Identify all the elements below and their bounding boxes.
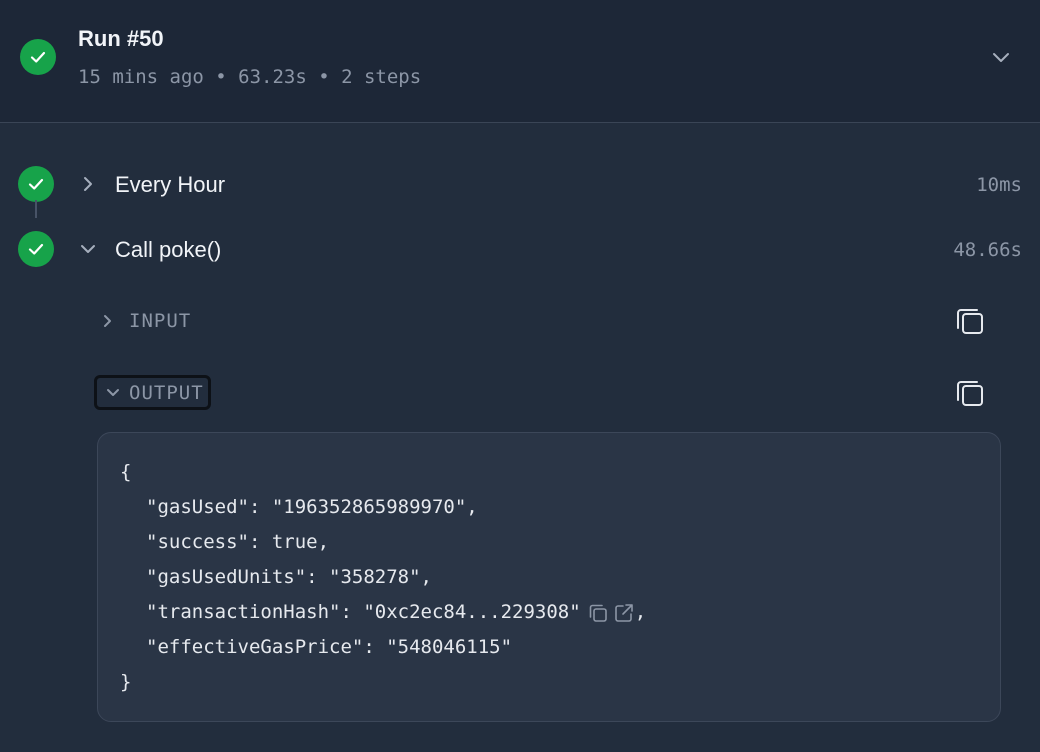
copy-icon [954,381,986,413]
run-header[interactable]: Run #50 15 mins ago • 63.23s • 2 steps [0,0,1040,123]
copy-output-button[interactable] [954,377,986,409]
chevron-right-icon [98,311,118,331]
step-title: Call poke() [115,237,222,262]
step-duration: 10ms [976,174,1022,196]
external-link-icon[interactable] [613,602,635,624]
copy-hash-icon[interactable] [587,602,609,624]
step-connector [35,200,37,218]
chevron-right-icon[interactable] [78,174,98,194]
output-json-panel: { "gasUsed": "196352865989970", "success… [97,432,1001,722]
input-toggle[interactable]: INPUT [98,306,191,336]
json-line-transaction-hash: "transactionHash": "0xc2ec84...229308", [146,601,646,624]
json-line: "gasUsed": "196352865989970", [146,496,478,518]
success-check-icon [20,39,56,75]
success-check-icon [18,166,54,202]
json-open-brace: { [120,461,132,483]
json-line: "success": true, [146,531,330,553]
input-label: INPUT [129,310,192,332]
copy-icon [954,309,986,341]
run-title: Run #50 [78,26,164,51]
json-key: "transactionHash": [146,601,364,623]
json-comma: , [634,601,647,623]
json-line: "gasUsedUnits": "358278", [146,566,432,588]
json-close-brace: } [120,671,132,693]
step-title: Every Hour [115,172,226,197]
output-label: OUTPUT [129,381,204,404]
copy-input-button[interactable] [954,305,986,337]
chevron-down-icon [103,383,123,403]
run-meta: 15 mins ago • 63.23s • 2 steps [78,66,422,88]
output-toggle[interactable]: OUTPUT [94,375,211,410]
chevron-down-icon[interactable] [78,239,98,259]
success-check-icon [18,231,54,267]
step-duration: 48.66s [953,239,1022,261]
json-line: "effectiveGasPrice": "548046115" [146,636,513,658]
transaction-hash-value[interactable]: "0xc2ec84...229308" [363,601,580,623]
chevron-down-icon[interactable] [988,44,1014,70]
